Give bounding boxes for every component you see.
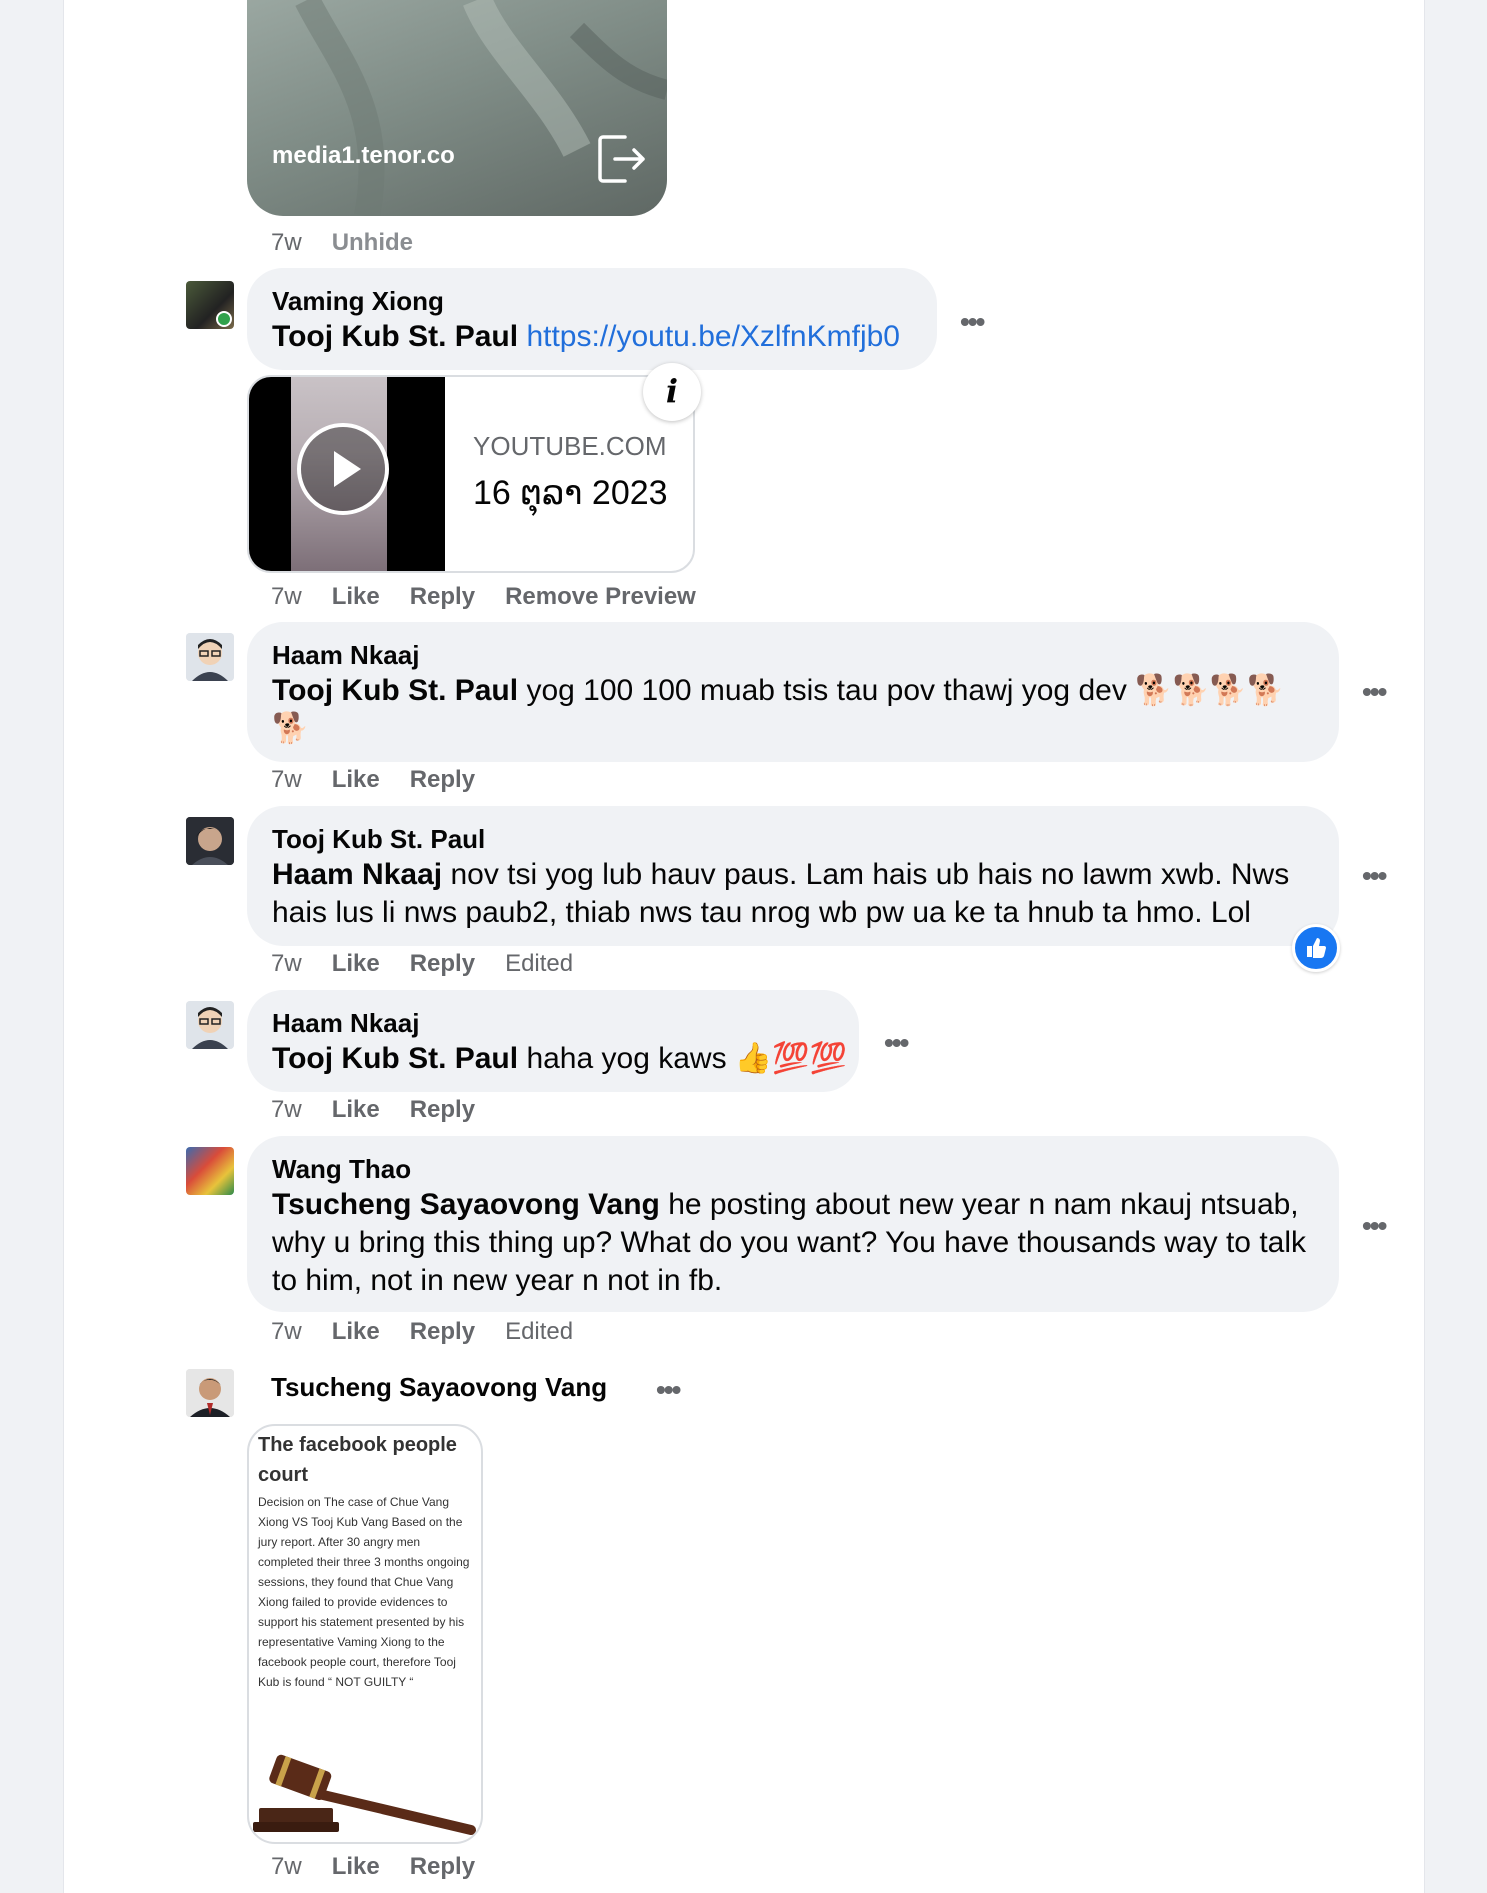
- comment-meta: 7w Like Reply Edited: [271, 950, 573, 978]
- comment-meta: 7w Like Reply Remove Preview: [271, 583, 726, 611]
- comment-author[interactable]: Tsucheng Sayaovong Vang: [271, 1370, 607, 1404]
- comment-text-cont: 🐕: [272, 712, 310, 745]
- more-options-icon[interactable]: •••: [1362, 678, 1387, 706]
- comment-author[interactable]: Haam Nkaaj: [272, 638, 1314, 672]
- avatar[interactable]: [186, 817, 234, 865]
- comment-text: haha yog kaws 👍💯💯: [526, 1042, 847, 1075]
- external-link-icon[interactable]: [597, 133, 647, 190]
- like-button[interactable]: Like: [332, 583, 380, 610]
- comment-time[interactable]: 7w: [271, 766, 302, 793]
- reply-button[interactable]: Reply: [410, 1853, 475, 1880]
- like-button[interactable]: Like: [332, 950, 380, 977]
- comment-author[interactable]: Tooj Kub St. Paul: [272, 822, 1314, 856]
- comment-author[interactable]: Haam Nkaaj: [272, 1006, 834, 1040]
- more-options-icon[interactable]: •••: [960, 308, 985, 336]
- comment-bubble: Vaming Xiong Tooj Kub St. Paul https://y…: [247, 268, 937, 370]
- avatar[interactable]: [186, 1369, 234, 1417]
- mention[interactable]: Tooj Kub St. Paul: [272, 1042, 518, 1075]
- more-options-icon[interactable]: •••: [1362, 862, 1387, 890]
- like-button[interactable]: Like: [332, 1096, 380, 1123]
- remove-preview-button[interactable]: Remove Preview: [505, 583, 696, 610]
- comment-time[interactable]: 7w: [271, 1096, 302, 1123]
- info-icon[interactable]: i: [643, 363, 701, 421]
- edited-label: Edited: [505, 950, 574, 977]
- more-options-icon[interactable]: •••: [1362, 1212, 1387, 1240]
- mention[interactable]: Tooj Kub St. Paul: [272, 674, 518, 707]
- online-status-dot: [216, 311, 232, 327]
- comment-time[interactable]: 7w: [271, 229, 302, 256]
- comment-meta: 7w Like Reply: [271, 766, 505, 794]
- more-options-icon[interactable]: •••: [656, 1376, 681, 1404]
- preview-title: 16 ຕຸລາ 2023: [473, 474, 668, 512]
- comment-bubble: Haam Nkaaj Tooj Kub St. Paul yog 100 100…: [247, 622, 1339, 762]
- avatar[interactable]: [186, 633, 234, 681]
- comment-bubble: Wang Thao Tsucheng Sayaovong Vang he pos…: [247, 1136, 1339, 1312]
- reply-button[interactable]: Reply: [410, 1096, 475, 1123]
- avatar[interactable]: [186, 1147, 234, 1195]
- preview-site: YOUTUBE.COM: [473, 431, 667, 461]
- comment-meta: 7w Like Reply: [271, 1853, 505, 1881]
- reply-button[interactable]: Reply: [410, 1318, 475, 1345]
- comment-time[interactable]: 7w: [271, 950, 302, 977]
- comment-text: yog 100 100 muab tsis tau pov thawj yog …: [526, 674, 1285, 707]
- gif-source: media1.tenor.co: [272, 142, 455, 169]
- comment-meta: 7w Like Reply Edited: [271, 1318, 573, 1346]
- comment-time[interactable]: 7w: [271, 583, 302, 610]
- thumbs-up-icon[interactable]: [1292, 924, 1340, 972]
- like-button[interactable]: Like: [332, 1853, 380, 1880]
- image-attachment[interactable]: The facebook people court Decision on Th…: [247, 1424, 483, 1844]
- gavel-icon: [249, 1738, 481, 1842]
- comment-meta: 7w Unhide: [271, 229, 443, 257]
- comment-meta: 7w Like Reply: [271, 1096, 505, 1124]
- comment-link[interactable]: https://youtu.be/XzlfnKmfjb0: [526, 320, 900, 353]
- comment-bubble: Tooj Kub St. Paul Haam Nkaaj nov tsi yog…: [247, 806, 1339, 946]
- comment-time[interactable]: 7w: [271, 1853, 302, 1880]
- avatar[interactable]: [186, 1001, 234, 1049]
- mention[interactable]: Haam Nkaaj: [272, 858, 442, 891]
- more-options-icon[interactable]: •••: [884, 1029, 909, 1057]
- mention[interactable]: Tooj Kub St. Paul: [272, 320, 518, 353]
- avatar[interactable]: [186, 281, 234, 329]
- comment-author[interactable]: Vaming Xiong: [272, 284, 912, 318]
- unhide-button[interactable]: Unhide: [332, 229, 413, 256]
- mention[interactable]: Tsucheng Sayaovong Vang: [272, 1188, 660, 1221]
- video-thumbnail: [249, 377, 445, 571]
- edited-label: Edited: [505, 1318, 574, 1345]
- comment-author[interactable]: Wang Thao: [272, 1152, 1314, 1186]
- link-preview-card[interactable]: YOUTUBE.COM 16 ຕຸລາ 2023: [247, 375, 695, 573]
- comment-time[interactable]: 7w: [271, 1318, 302, 1345]
- like-button[interactable]: Like: [332, 1318, 380, 1345]
- play-icon[interactable]: [297, 423, 389, 515]
- reply-button[interactable]: Reply: [410, 950, 475, 977]
- comment-bubble: Haam Nkaaj Tooj Kub St. Paul haha yog ka…: [247, 990, 859, 1092]
- reply-button[interactable]: Reply: [410, 583, 475, 610]
- image-body: Decision on The case of Chue Vang Xiong …: [258, 1495, 470, 1689]
- like-button[interactable]: Like: [332, 766, 380, 793]
- image-title: The facebook people court: [258, 1434, 457, 1486]
- reply-button[interactable]: Reply: [410, 766, 475, 793]
- gif-attachment[interactable]: media1.tenor.co: [247, 0, 667, 216]
